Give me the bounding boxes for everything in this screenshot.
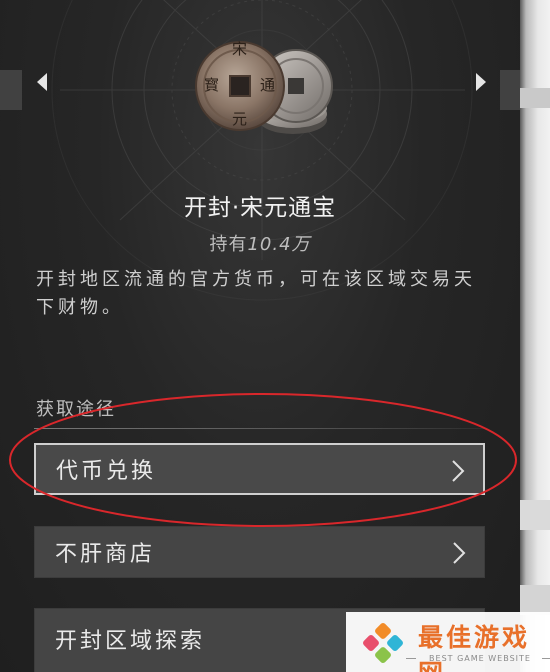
adjacent-window-edge xyxy=(520,0,550,672)
site-watermark: 最佳游戏网 BEST GAME WEBSITE xyxy=(346,612,550,672)
acquire-item-label: 代币兑换 xyxy=(56,459,157,484)
chevron-right-icon xyxy=(452,460,465,482)
currency-coin-image: 宋 通 元 寳 xyxy=(188,24,338,154)
acquire-section-label: 获取途径 xyxy=(36,399,116,420)
coin-glyph-right: 通 xyxy=(260,76,276,94)
currency-name: 开封·宋元通宝 xyxy=(183,195,337,221)
section-divider xyxy=(34,428,486,429)
watermark-title: 最佳游戏网 xyxy=(418,623,531,672)
acquire-item-shop[interactable]: 不肝商店 xyxy=(34,526,485,578)
coin-glyph-bottom: 元 xyxy=(232,110,248,128)
acquire-item-label: 不肝商店 xyxy=(55,542,156,567)
coin-glyph-top: 宋 xyxy=(232,40,248,58)
caret-right-icon xyxy=(476,73,486,91)
holding-amount: 持有10.4万 xyxy=(0,230,520,256)
holding-value: 10.4万 xyxy=(247,234,311,255)
acquire-item-label: 开封区域探索 xyxy=(55,629,206,654)
chevron-right-icon xyxy=(453,542,466,564)
acquire-item-token-exchange[interactable]: 代币兑换 xyxy=(34,443,485,495)
currency-detail-panel: 宋 通 元 寳 开封·宋元通宝 持有10.4万 开封地区流通的官方货币，可在该区… xyxy=(0,0,520,672)
holding-prefix: 持有 xyxy=(209,234,248,255)
previous-currency-button[interactable] xyxy=(31,70,53,94)
site-logo-icon xyxy=(363,623,403,663)
watermark-subtitle: BEST GAME WEBSITE xyxy=(429,654,531,663)
next-currency-button[interactable] xyxy=(470,70,492,94)
coin-glyph-left: 寳 xyxy=(204,76,220,94)
caret-left-icon xyxy=(37,73,47,91)
currency-description: 开封地区流通的官方货币，可在该区域交易天下财物。 xyxy=(36,269,476,318)
